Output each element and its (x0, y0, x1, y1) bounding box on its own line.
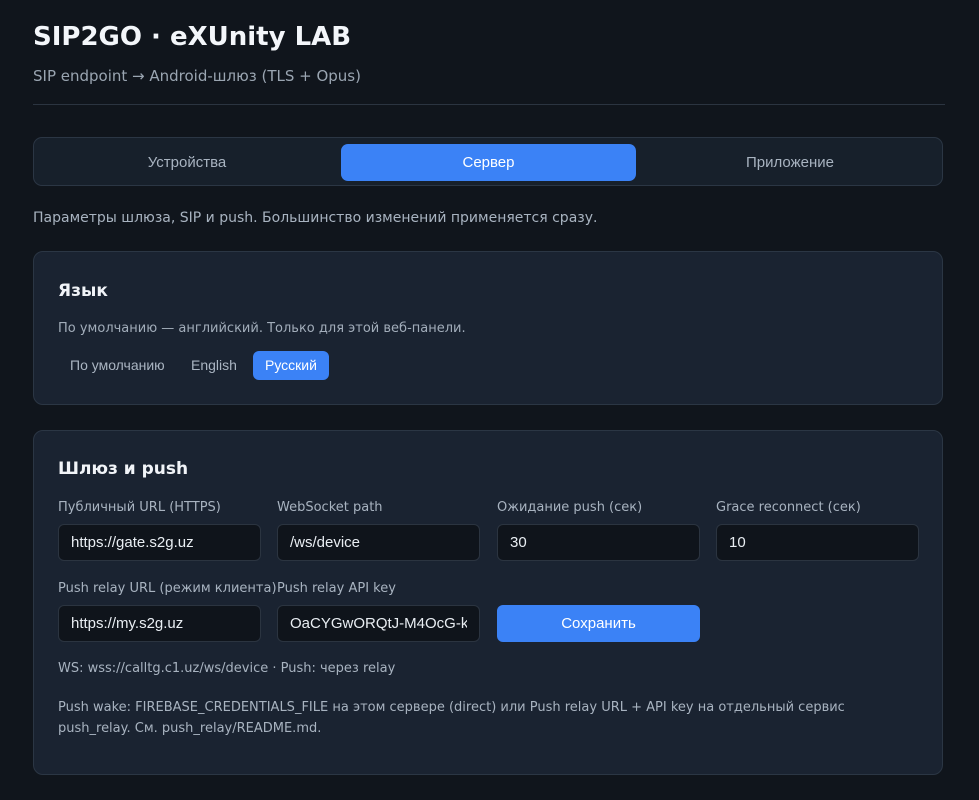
push-wait-label: Ожидание push (сек) (497, 500, 643, 515)
save-button[interactable]: Сохранить (497, 605, 700, 642)
gateway-card-title: Шлюз и push (58, 459, 189, 479)
tab-bar: Устройства Сервер Приложение (33, 137, 943, 186)
public-url-input[interactable] (58, 524, 261, 561)
language-option-english[interactable]: English (179, 351, 249, 380)
tab-devices[interactable]: Устройства (40, 144, 334, 181)
tab-app[interactable]: Приложение (643, 144, 937, 181)
grace-reconnect-label: Grace reconnect (сек) (716, 500, 861, 515)
push-wait-input[interactable] (497, 524, 700, 561)
header-divider (33, 104, 945, 105)
push-wake-note: Push wake: FIREBASE_CREDENTIALS_FILE на … (58, 700, 845, 736)
page-subtitle: SIP endpoint → Android-шлюз (TLS + Opus) (33, 67, 361, 85)
tab-server[interactable]: Сервер (341, 144, 636, 181)
page-title: SIP2GO · eXUnity LAB (33, 22, 352, 52)
section-description: Параметры шлюза, SIP и push. Большинство… (33, 210, 598, 226)
public-url-label: Публичный URL (HTTPS) (58, 500, 221, 515)
ws-path-input[interactable] (277, 524, 480, 561)
language-hint: По умолчанию — английский. Только для эт… (58, 321, 466, 336)
push-relay-key-label: Push relay API key (277, 581, 396, 596)
language-option-russian[interactable]: Русский (253, 351, 329, 380)
language-option-default[interactable]: По умолчанию (58, 351, 177, 380)
gateway-card: Шлюз и push Публичный URL (HTTPS) WebSoc… (33, 430, 943, 775)
push-relay-url-label: Push relay URL (режим клиента) (58, 581, 277, 596)
push-relay-key-input[interactable] (277, 605, 480, 642)
grace-reconnect-input[interactable] (716, 524, 919, 561)
gateway-status: WS: wss://calltg.c1.uz/ws/device · Push:… (58, 661, 396, 676)
ws-path-label: WebSocket path (277, 500, 383, 515)
language-card-title: Язык (58, 281, 108, 301)
settings-page: SIP2GO · eXUnity LAB SIP endpoint → Andr… (0, 0, 979, 800)
language-card: Язык По умолчанию — английский. Только д… (33, 251, 943, 405)
push-relay-url-input[interactable] (58, 605, 261, 642)
